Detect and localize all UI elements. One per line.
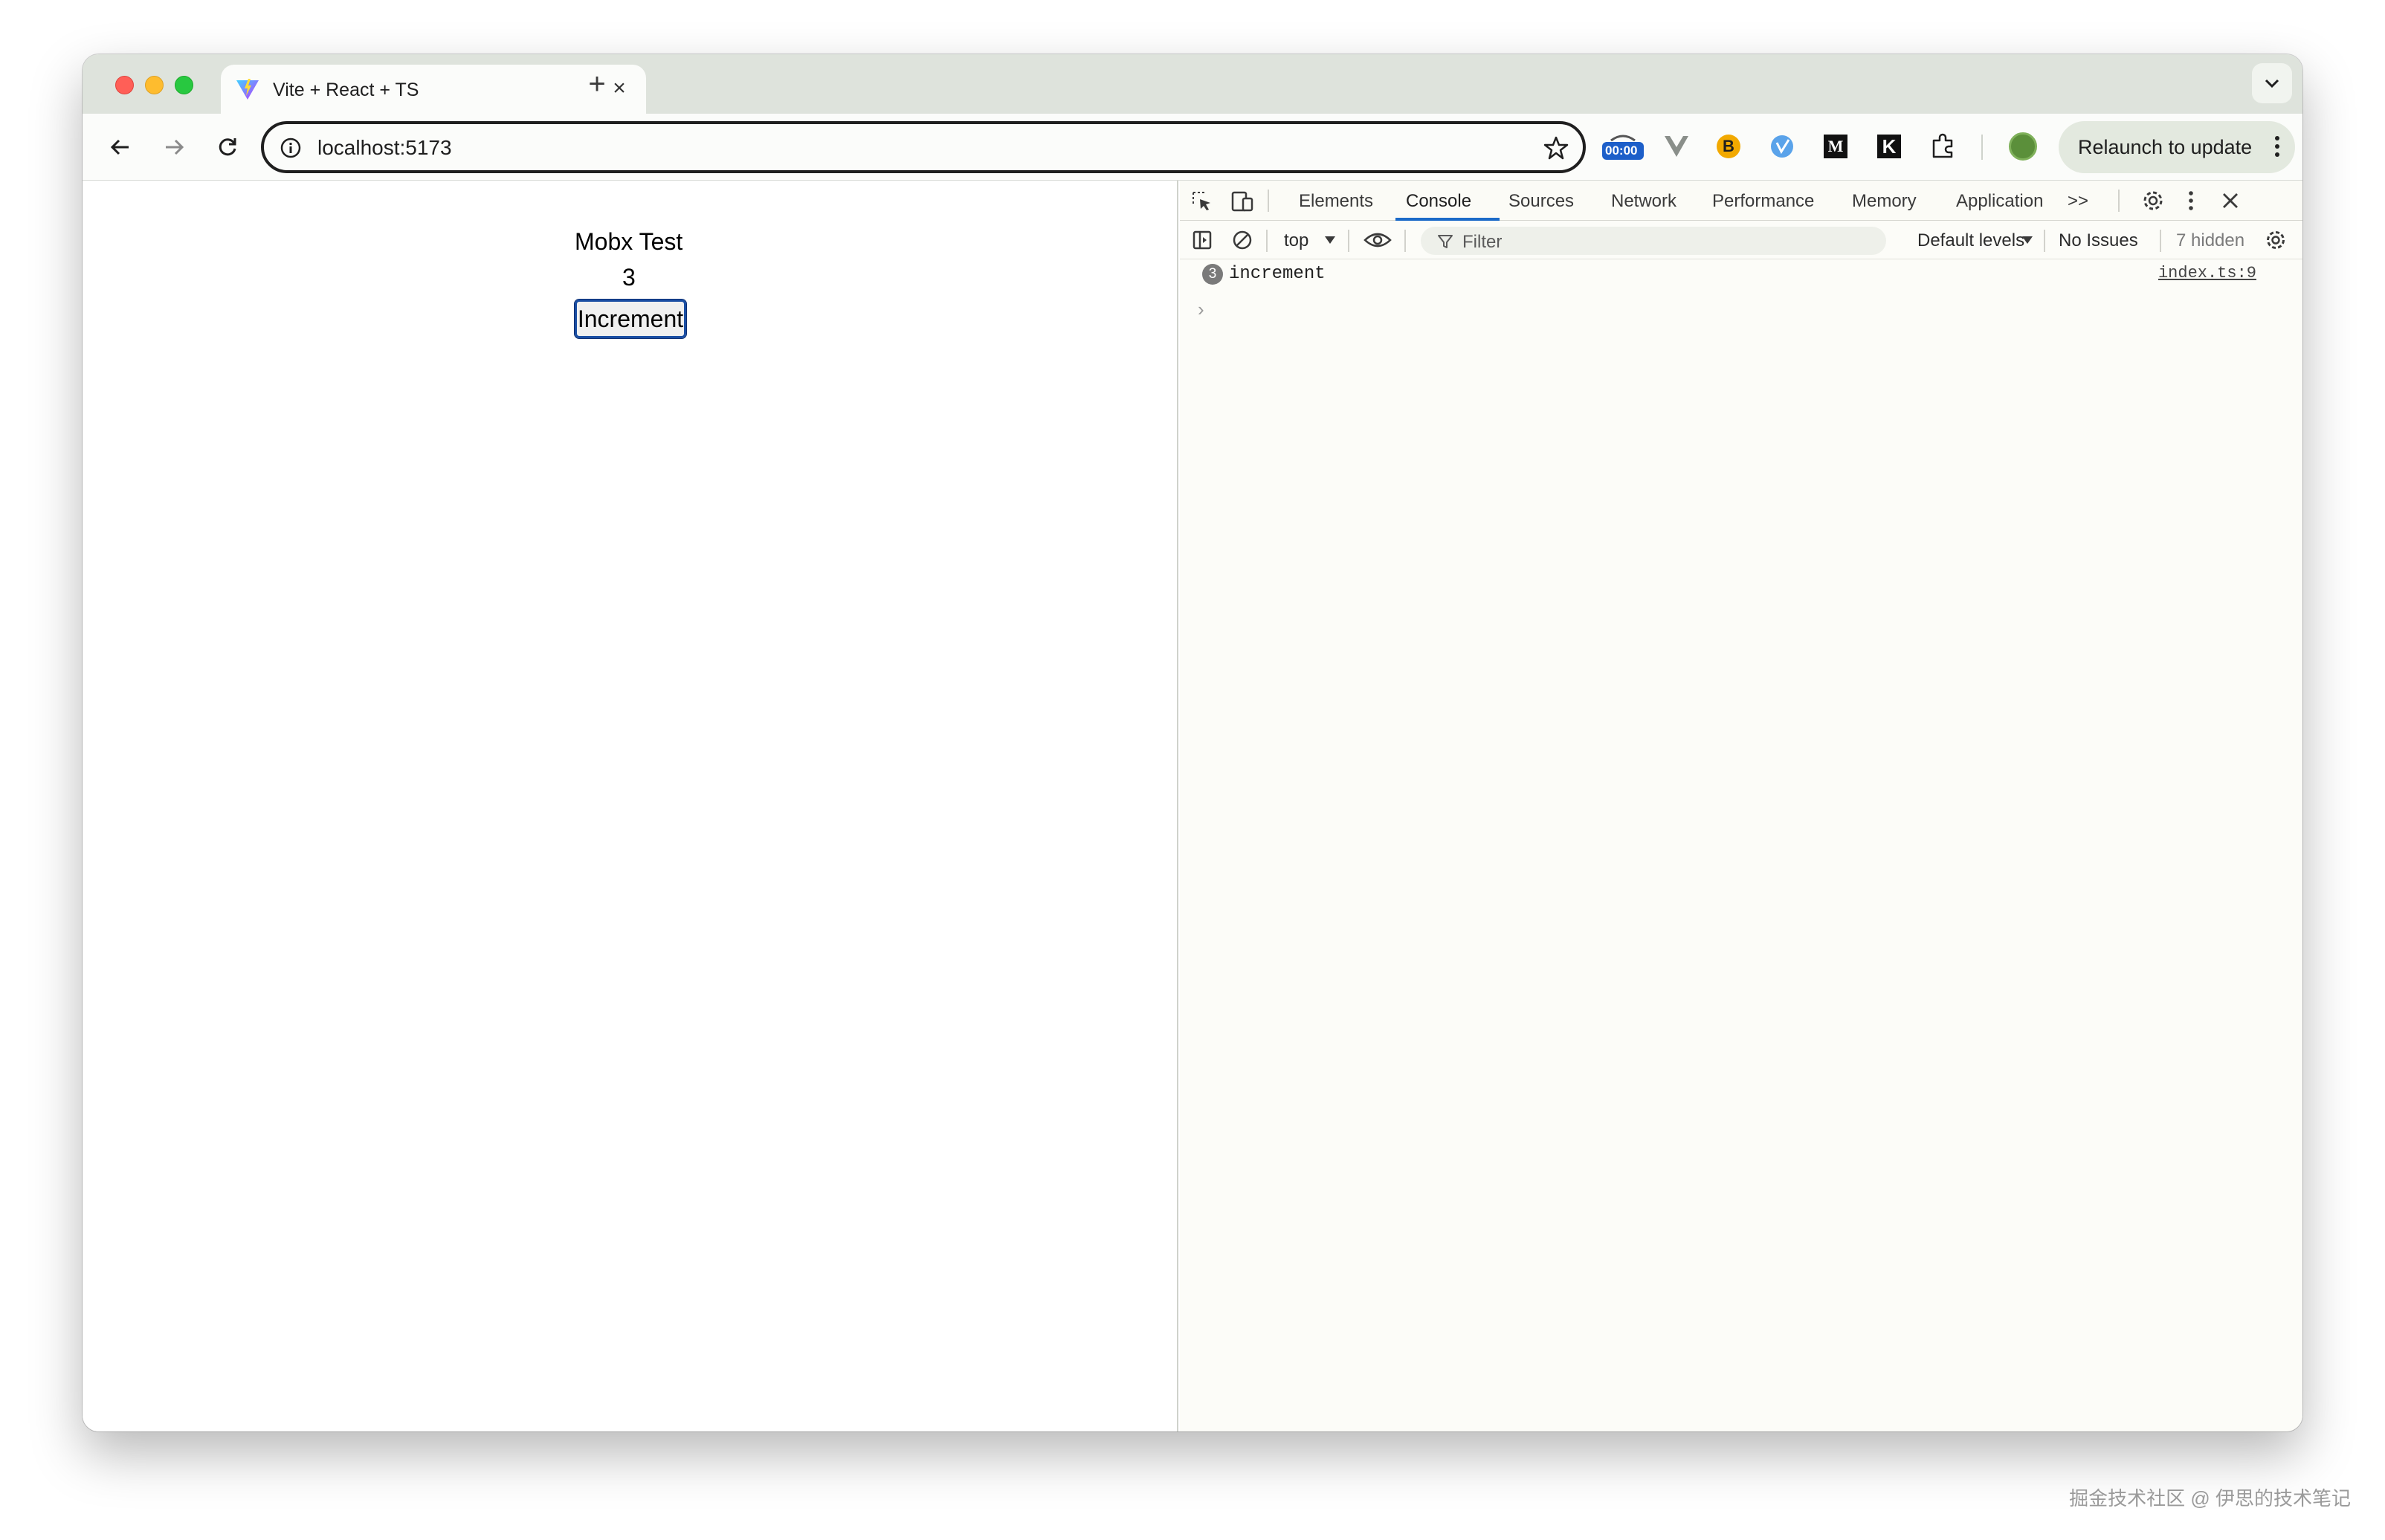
toolbar-separator	[1266, 230, 1268, 252]
window-close-button[interactable]	[115, 76, 134, 94]
vite-logo-icon	[236, 79, 259, 100]
back-button[interactable]	[102, 129, 139, 166]
b-extension-icon[interactable]: B	[1712, 130, 1745, 163]
translate-extension-icon[interactable]	[1766, 130, 1798, 163]
console-toolbar: top Filter Default levels No Issues 7 hi…	[1180, 221, 2302, 259]
hidden-count: 7 hidden	[2176, 230, 2245, 250]
filter-funnel-icon	[1438, 235, 1453, 248]
toolbar-separator	[2044, 230, 2045, 252]
timer-extension-icon[interactable]: 00:00	[1601, 130, 1645, 163]
arrow-left-icon	[110, 139, 129, 155]
k-extension-icon[interactable]: K	[1873, 130, 1905, 163]
settings-gear-icon[interactable]	[2140, 188, 2166, 213]
b-extension-text: B	[1717, 135, 1740, 158]
clear-console-icon[interactable]	[1230, 228, 1254, 252]
window-maximize-button[interactable]	[175, 76, 193, 94]
bookmark-star-icon[interactable]	[1543, 135, 1569, 161]
reload-button[interactable]	[209, 129, 246, 166]
more-vert-icon[interactable]	[2182, 188, 2200, 213]
toolbar-separator	[1981, 135, 1983, 160]
reload-icon	[219, 138, 236, 156]
toolbar-separator	[2160, 230, 2161, 252]
console-message[interactable]: 3 increment index.ts:9	[1180, 264, 2302, 294]
arrow-right-icon	[166, 139, 184, 155]
console-message-text: increment	[1229, 264, 1326, 284]
counter-value: 3	[622, 264, 636, 291]
tab-sources[interactable]: Sources	[1508, 191, 1574, 212]
chevron-down-icon	[2265, 79, 2279, 88]
close-devtools-icon[interactable]	[2218, 188, 2243, 213]
page-title: Mobx Test	[575, 228, 683, 255]
tab-elements[interactable]: Elements	[1299, 191, 1373, 212]
context-selector[interactable]: top	[1284, 230, 1308, 251]
tab-search-button[interactable]	[2252, 63, 2292, 103]
live-expression-eye-icon[interactable]	[1363, 228, 1392, 252]
relaunch-button[interactable]: Relaunch to update	[2059, 121, 2295, 173]
m-extension-icon[interactable]: M	[1819, 130, 1852, 163]
tab-strip: Vite + React + TS × +	[83, 54, 2302, 114]
tab-separator	[2118, 190, 2120, 212]
url-text[interactable]: localhost:5173	[317, 136, 452, 160]
device-toolbar-icon[interactable]	[1230, 190, 1254, 213]
m-extension-text: M	[1824, 135, 1847, 158]
browser-toolbar: localhost:5173 00:00 B M K Relaunch to u…	[83, 114, 2302, 181]
issues-button[interactable]: No Issues	[2059, 230, 2138, 251]
toolbar-separator	[1348, 230, 1349, 252]
window-minimize-button[interactable]	[145, 76, 164, 94]
more-tabs-button[interactable]: >>	[2068, 191, 2088, 212]
increment-button[interactable]: Increment	[574, 299, 687, 339]
more-vert-icon	[2275, 136, 2279, 157]
tab-console[interactable]: Console	[1406, 191, 1471, 212]
log-levels-dropdown[interactable]: Default levels	[1917, 230, 2024, 251]
tab-performance[interactable]: Performance	[1712, 191, 1814, 212]
k-extension-text: K	[1877, 135, 1901, 158]
browser-window: Vite + React + TS × + localhost:5173 00:…	[83, 54, 2302, 1431]
profile-avatar[interactable]	[2007, 130, 2039, 163]
devtools-tab-bar: Elements Console Sources Network Perform…	[1180, 181, 2302, 221]
console-prompt[interactable]: ›	[1198, 298, 1204, 321]
info-icon[interactable]	[279, 136, 303, 160]
address-bar[interactable]: localhost:5173	[261, 121, 1586, 173]
inspect-element-icon[interactable]	[1190, 190, 1214, 213]
tab-memory[interactable]: Memory	[1852, 191, 1917, 212]
tab-application[interactable]: Application	[1956, 191, 2043, 212]
vue-devtools-icon[interactable]	[1660, 130, 1693, 163]
source-link[interactable]: index.ts:9	[2158, 264, 2256, 282]
console-filter-input[interactable]: Filter	[1421, 227, 1886, 255]
tab-network[interactable]: Network	[1611, 191, 1676, 212]
tab-separator	[1268, 190, 1269, 212]
page-viewport: Mobx Test 3 Increment	[83, 181, 1178, 1431]
repeat-count-badge: 3	[1202, 264, 1223, 285]
toolbar-separator	[1404, 230, 1406, 252]
filter-placeholder: Filter	[1462, 232, 1503, 252]
tab-title: Vite + React + TS	[273, 80, 419, 100]
caret-down-icon[interactable]	[1324, 236, 1336, 245]
relaunch-label: Relaunch to update	[2078, 136, 2253, 158]
timer-extension-text: 00:00	[1605, 143, 1638, 158]
watermark: 掘金技术社区 @ 伊思的技术笔记	[2069, 1487, 2351, 1510]
caret-down-icon[interactable]	[2021, 236, 2033, 245]
puzzle-icon[interactable]	[1926, 130, 1959, 163]
devtools-panel: Elements Console Sources Network Perform…	[1180, 181, 2302, 1431]
forward-button[interactable]	[155, 129, 193, 166]
console-settings-gear-icon[interactable]	[2264, 228, 2288, 252]
new-tab-button[interactable]: +	[578, 66, 616, 105]
sidebar-toggle-icon[interactable]	[1190, 228, 1214, 252]
